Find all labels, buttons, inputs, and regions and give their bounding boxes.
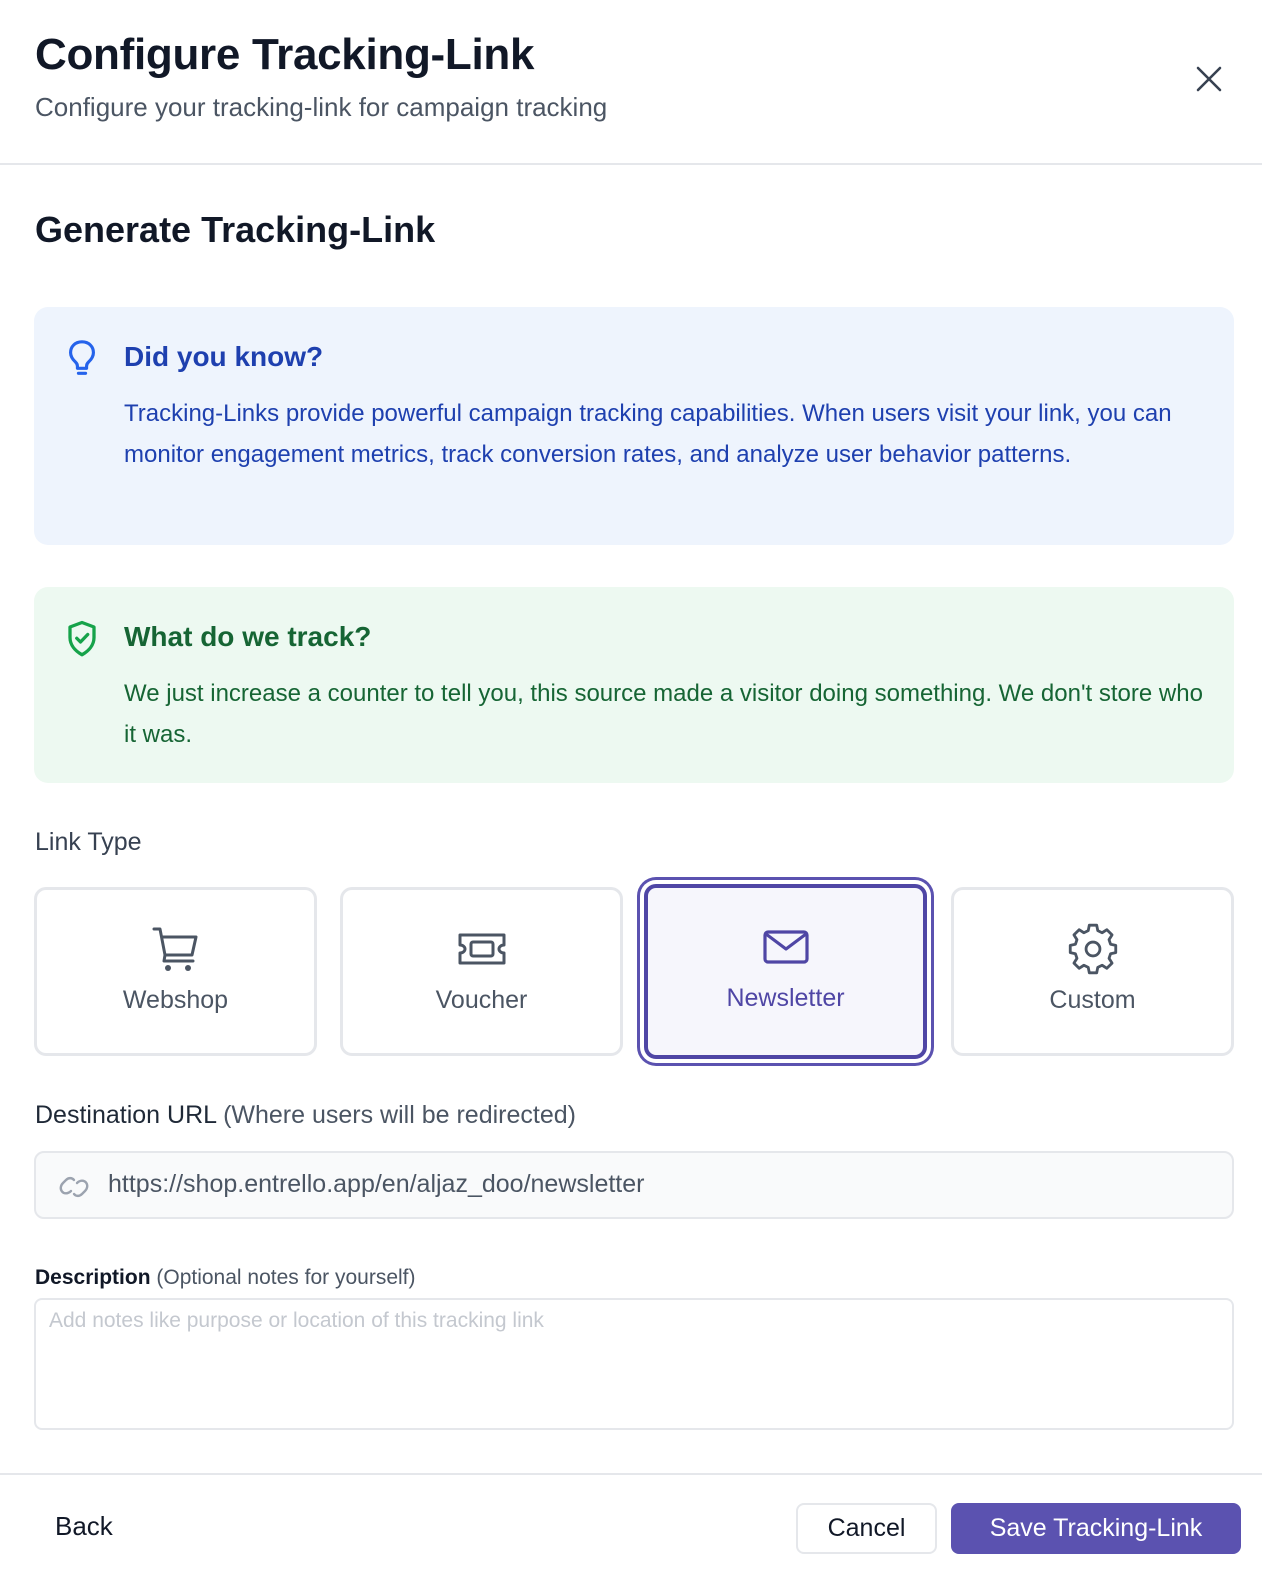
link-icon <box>59 1176 89 1198</box>
description-placeholder: Add notes like purpose or location of th… <box>49 1309 544 1332</box>
ticket-icon <box>458 933 505 965</box>
gear-icon <box>1068 923 1117 975</box>
link-type-label-custom: Custom <box>1049 986 1136 1014</box>
description-textarea[interactable]: Add notes like purpose or location of th… <box>34 1298 1234 1430</box>
dialog-subtitle: Configure your tracking-link for campaig… <box>35 92 608 122</box>
info-callout-body: Tracking-Links provide powerful campaign… <box>124 400 1172 468</box>
privacy-callout: What do we track? We just increase a cou… <box>34 587 1234 783</box>
destination-url-label: Destination URL (Where users will be red… <box>35 1101 576 1130</box>
info-callout: Did you know? Tracking-Links provide pow… <box>34 307 1234 545</box>
mail-icon <box>762 930 809 964</box>
shopping-cart-icon <box>152 927 197 971</box>
description-label-text: Description <box>35 1266 151 1289</box>
back-button[interactable]: Back <box>55 1511 113 1542</box>
destination-url-label-text: Destination URL <box>35 1101 217 1129</box>
save-tracking-link-button[interactable]: Save Tracking-Link <box>951 1503 1241 1554</box>
link-type-label-webshop: Webshop <box>122 986 229 1014</box>
info-callout-heading: Did you know? <box>124 341 324 372</box>
destination-url-input[interactable]: https://shop.entrello.app/en/aljaz_doo/n… <box>34 1151 1234 1219</box>
destination-url-hint: (Where users will be redirected) <box>223 1101 576 1129</box>
destination-url-value: https://shop.entrello.app/en/aljaz_doo/n… <box>108 1170 645 1198</box>
link-type-voucher[interactable]: Voucher <box>340 887 623 1056</box>
description-hint: (Optional notes for yourself) <box>156 1266 416 1289</box>
dialog-header: Configure Tracking-Link Configure your t… <box>0 0 1262 165</box>
privacy-callout-heading: What do we track? <box>124 621 372 652</box>
description-label: Description (Optional notes for yourself… <box>35 1266 416 1290</box>
link-type-webshop[interactable]: Webshop <box>34 887 317 1056</box>
link-type-label: Link Type <box>35 828 142 856</box>
lightbulb-icon <box>69 340 95 375</box>
privacy-callout-body: We just increase a counter to tell you, … <box>124 680 1203 748</box>
section-title: Generate Tracking-Link <box>35 209 436 250</box>
close-icon <box>1196 66 1222 92</box>
link-type-newsletter[interactable]: Newsletter <box>644 884 927 1059</box>
close-button[interactable] <box>1188 58 1230 100</box>
cancel-button[interactable]: Cancel <box>796 1503 937 1554</box>
dialog-title: Configure Tracking-Link <box>35 30 535 79</box>
link-type-custom[interactable]: Custom <box>951 887 1234 1056</box>
shield-check-icon <box>68 620 96 657</box>
link-type-label-newsletter: Newsletter <box>726 984 845 1012</box>
link-type-label-voucher: Voucher <box>435 986 528 1014</box>
